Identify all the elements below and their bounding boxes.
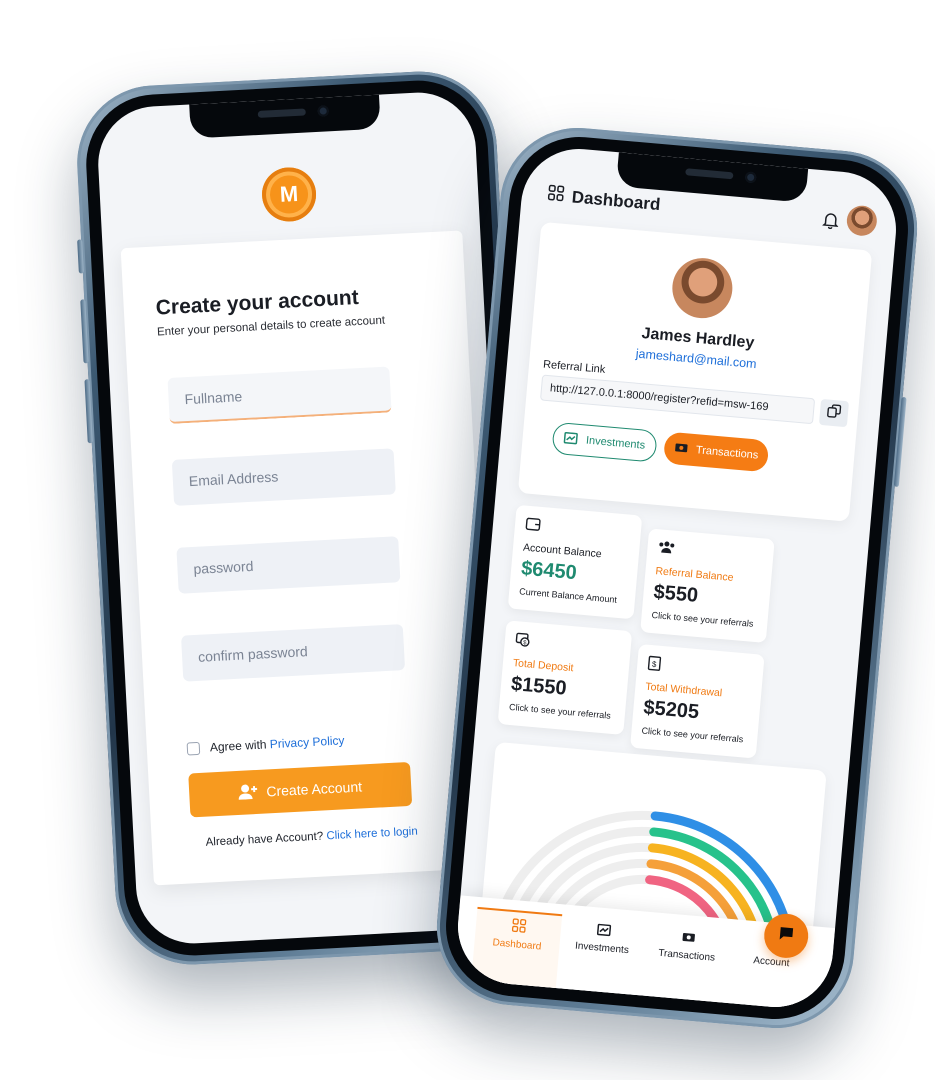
total-withdrawal-card[interactable]: $ Total Withdrawal $5205 Click to see yo… <box>630 643 765 759</box>
stat-value: $6450 <box>520 557 578 585</box>
front-camera <box>744 171 757 184</box>
volume-down-button <box>84 379 93 444</box>
trending-chart-icon <box>563 431 579 447</box>
nav-label: Investments <box>574 940 630 957</box>
referral-link-field[interactable]: http://127.0.0.1:8000/register?refid=msw… <box>539 374 816 425</box>
investments-button[interactable]: Investments <box>551 421 658 463</box>
stat-sub: Current Balance Amount <box>518 586 618 605</box>
create-account-button[interactable]: Create Account <box>188 761 413 818</box>
nav-transactions[interactable]: Transactions <box>640 922 731 1003</box>
referral-label: Referral Link <box>542 358 606 376</box>
stat-value: $5205 <box>642 696 700 724</box>
password-field[interactable]: password <box>176 536 401 594</box>
transactions-button[interactable]: Transactions <box>662 431 770 473</box>
svg-text:$: $ <box>652 660 658 669</box>
transactions-label: Transactions <box>695 444 759 462</box>
login-link[interactable]: Click here to login <box>326 826 418 843</box>
front-camera <box>317 105 330 117</box>
agree-checkbox[interactable] <box>186 741 201 756</box>
add-user-icon <box>238 782 259 802</box>
confirm-password-field[interactable]: confirm password <box>180 624 406 682</box>
withdrawal-icon: $ <box>646 655 753 684</box>
signup-card: Create your account Enter your personal … <box>120 230 512 898</box>
stat-sub: Click to see your referrals <box>508 701 612 721</box>
deposit-icon: $ <box>514 631 621 660</box>
speaker <box>257 108 306 118</box>
referral-balance-card[interactable]: Referral Balance $550 Click to see your … <box>640 528 775 643</box>
grid-icon <box>511 918 526 936</box>
fullname-field[interactable]: Fullname <box>167 366 392 424</box>
money-icon <box>673 441 688 457</box>
nav-label: Dashboard <box>492 937 542 953</box>
speaker <box>685 168 734 180</box>
dashboard-header: Dashboard <box>547 184 661 215</box>
users-icon <box>657 539 764 568</box>
privacy-policy-link[interactable]: Privacy Policy <box>269 733 344 751</box>
copy-button[interactable] <box>818 398 850 428</box>
money-icon <box>680 931 695 947</box>
email-field[interactable]: Email Address <box>171 448 396 506</box>
page-title: Create your account <box>155 285 360 320</box>
nav-dashboard[interactable]: Dashboard <box>471 906 563 988</box>
dashboard-screen: Dashboard James Hardley jameshard@mail.c… <box>453 144 901 1012</box>
avatar[interactable] <box>845 204 879 238</box>
showcase-stage: M Create your account Enter your persona… <box>0 0 935 1080</box>
power-button <box>893 396 907 487</box>
volume-up-button <box>80 299 89 364</box>
nav-investments[interactable]: Investments <box>556 914 647 995</box>
stat-value: $1550 <box>510 672 568 700</box>
bell-icon[interactable] <box>821 210 840 234</box>
total-deposit-card[interactable]: $ Total Deposit $1550 Click to see your … <box>497 620 633 735</box>
page-title: Dashboard <box>571 186 662 214</box>
wallet-icon <box>524 516 631 545</box>
investments-label: Investments <box>585 434 646 452</box>
profile-avatar <box>669 255 735 321</box>
stat-sub: Click to see your referrals <box>641 725 744 745</box>
agree-row: Agree with Privacy Policy <box>186 733 345 756</box>
already-label: Already have Account? <box>205 830 324 849</box>
agree-label: Agree with <box>209 737 267 755</box>
trending-chart-icon <box>596 923 611 939</box>
chat-icon <box>777 925 795 947</box>
account-balance-card[interactable]: Account Balance $6450 Current Balance Am… <box>507 504 643 620</box>
nav-label: Transactions <box>657 947 716 964</box>
stat-value: $550 <box>652 581 699 607</box>
login-prompt: Already have Account? Click here to logi… <box>192 825 432 850</box>
create-account-label: Create Account <box>265 778 363 800</box>
grid-icon[interactable] <box>547 184 565 206</box>
brand-logo: M <box>260 166 318 223</box>
stat-sub: Click to see your referrals <box>651 609 754 629</box>
phone-dashboard: Dashboard James Hardley jameshard@mail.c… <box>430 121 924 1035</box>
copy-icon <box>826 403 842 423</box>
profile-card: James Hardley jameshard@mail.com Referra… <box>517 221 873 522</box>
mute-switch <box>77 239 84 274</box>
